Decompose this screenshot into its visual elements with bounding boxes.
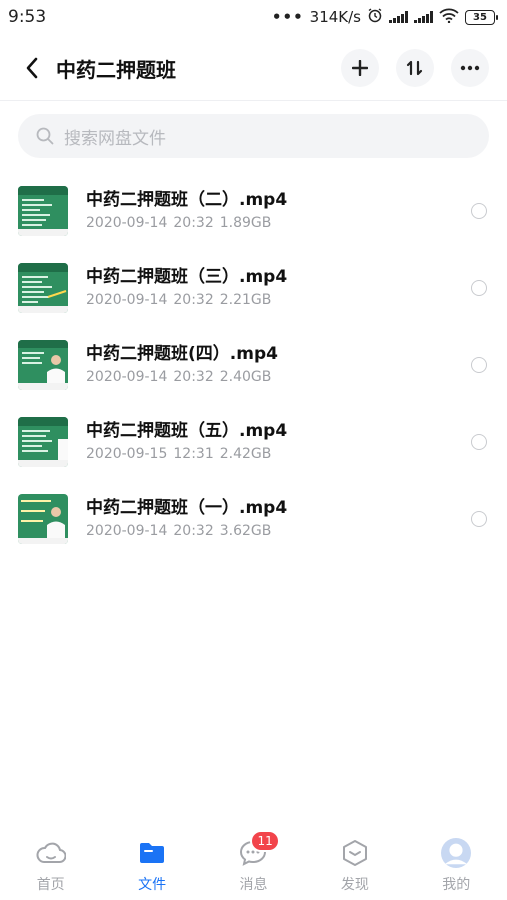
file-name: 中药二押题班（一）.mp4: [86, 498, 288, 518]
file-name: 中药二押题班（五）.mp4: [86, 421, 288, 441]
notification-dots: •••: [271, 8, 304, 26]
nav-discover-label: 发现: [340, 877, 369, 893]
search-input[interactable]: 搜索网盘文件: [18, 114, 489, 158]
nav-discover[interactable]: 发现: [315, 838, 395, 894]
header: 中药二押题班: [0, 40, 507, 96]
file-time: 20:32: [173, 215, 214, 231]
video-thumbnail: [18, 262, 68, 313]
select-radio[interactable]: [471, 433, 487, 450]
file-time: 20:32: [173, 292, 214, 308]
status-bar: 9:53 ••• 314K/s 35: [0, 0, 507, 34]
file-size: 3.62GB: [219, 523, 272, 539]
file-date: 2020-09-14: [86, 292, 168, 308]
folder-icon: [137, 838, 167, 868]
file-item[interactable]: 中药二押题班(四）.mp4 2020-09-14 20:32 2.40GB: [0, 326, 507, 403]
signal-icon: [389, 11, 408, 23]
file-meta: 2020-09-14 20:32 2.40GB: [86, 368, 278, 386]
file-list: 中药二押题班（二）.mp4 2020-09-14 20:32 1.89GB 中药二押…: [0, 172, 507, 557]
file-info: 中药二押题班(四）.mp4 2020-09-14 20:32 2.40GB: [86, 343, 278, 386]
select-radio[interactable]: [471, 510, 487, 527]
alarm-icon: [367, 7, 383, 27]
battery-indicator: 35: [465, 9, 498, 25]
file-info: 中药二押题班（三）.mp4 2020-09-14 20:32 2.21GB: [86, 266, 287, 309]
status-time: 9:53: [8, 7, 47, 27]
file-size: 2.40GB: [219, 369, 272, 385]
sort-button[interactable]: [396, 49, 434, 87]
file-size: 1.89GB: [219, 215, 272, 231]
nav-home-label: 首页: [36, 877, 65, 893]
file-date: 2020-09-15: [86, 446, 168, 462]
page-title: 中药二押题班: [56, 57, 176, 82]
nav-files[interactable]: 文件: [112, 838, 192, 894]
video-thumbnail: [18, 185, 68, 236]
file-time: 20:32: [173, 369, 214, 385]
nav-mine-label: 我的: [442, 877, 471, 893]
status-indicators: ••• 314K/s 35: [271, 7, 498, 27]
nav-messages[interactable]: 11 消息: [213, 830, 293, 894]
file-time: 12:31: [173, 446, 214, 462]
header-actions: [341, 49, 489, 87]
file-date: 2020-09-14: [86, 215, 168, 231]
file-info: 中药二押题班（二）.mp4 2020-09-14 20:32 1.89GB: [86, 189, 287, 232]
chevron-left-icon: [26, 57, 38, 79]
nav-messages-label: 消息: [239, 877, 268, 893]
search-placeholder: 搜索网盘文件: [64, 128, 166, 149]
file-size: 2.21GB: [219, 292, 272, 308]
file-date: 2020-09-14: [86, 369, 168, 385]
avatar: [441, 838, 472, 868]
nav-home[interactable]: 首页: [11, 838, 91, 894]
nav-files-label: 文件: [138, 877, 167, 893]
discover-box-icon: [340, 838, 370, 868]
file-size: 2.42GB: [219, 446, 272, 462]
file-meta: 2020-09-15 12:31 2.42GB: [86, 445, 287, 463]
video-thumbnail: [18, 493, 68, 544]
chat-bubble-icon: 11: [238, 830, 280, 868]
select-radio[interactable]: [471, 279, 487, 296]
file-item[interactable]: 中药二押题班（五）.mp4 2020-09-15 12:31 2.42GB: [0, 403, 507, 480]
nav-mine[interactable]: 我的: [416, 838, 496, 894]
file-item[interactable]: 中药二押题班（三）.mp4 2020-09-14 20:32 2.21GB: [0, 249, 507, 326]
cloud-icon: [36, 838, 66, 868]
add-button[interactable]: [341, 49, 379, 87]
file-time: 20:32: [173, 523, 214, 539]
bottom-nav: 首页 文件 11 消息 发现 我的: [0, 830, 507, 900]
search-icon: [36, 127, 54, 145]
back-button[interactable]: [14, 50, 50, 86]
file-name: 中药二押题班（三）.mp4: [86, 267, 288, 287]
select-radio[interactable]: [471, 356, 487, 373]
unread-badge: 11: [250, 830, 280, 852]
file-name: 中药二押题班（二）.mp4: [86, 190, 288, 210]
video-thumbnail: [18, 416, 68, 467]
more-dots-icon: [460, 65, 480, 71]
file-name: 中药二押题班(四）.mp4: [86, 344, 278, 364]
file-info: 中药二押题班（五）.mp4 2020-09-15 12:31 2.42GB: [86, 420, 287, 463]
more-button[interactable]: [451, 49, 489, 87]
file-info: 中药二押题班（一）.mp4 2020-09-14 20:32 3.62GB: [86, 497, 287, 540]
file-meta: 2020-09-14 20:32 3.62GB: [86, 522, 287, 540]
select-radio[interactable]: [471, 202, 487, 219]
file-item[interactable]: 中药二押题班（一）.mp4 2020-09-14 20:32 3.62GB: [0, 480, 507, 557]
plus-icon: [352, 60, 368, 76]
video-thumbnail: [18, 339, 68, 390]
file-item[interactable]: 中药二押题班（二）.mp4 2020-09-14 20:32 1.89GB: [0, 172, 507, 249]
signal-icon-2: [414, 11, 433, 23]
file-meta: 2020-09-14 20:32 2.21GB: [86, 291, 287, 309]
network-speed: 314K/s: [309, 8, 361, 26]
header-divider: [0, 100, 507, 101]
wifi-icon: [439, 8, 459, 27]
file-meta: 2020-09-14 20:32 1.89GB: [86, 214, 287, 232]
sort-icon: [406, 60, 423, 76]
file-date: 2020-09-14: [86, 523, 168, 539]
